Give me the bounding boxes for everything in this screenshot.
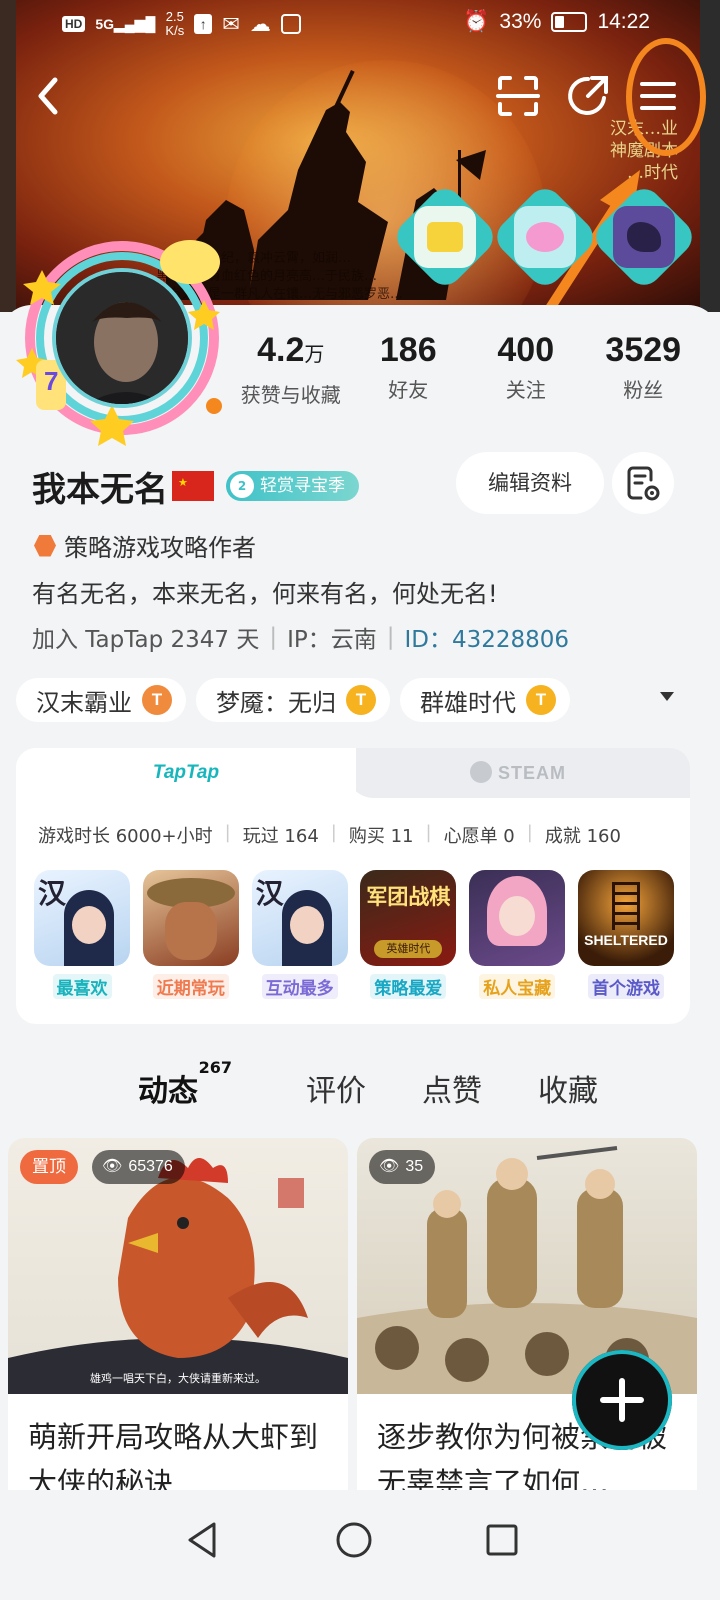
eye-icon: 👁	[102, 1158, 123, 1175]
featured-game-first[interactable]: SHELTERED 首个游戏	[577, 870, 674, 999]
featured-game-treasure[interactable]: 私人宝藏	[469, 870, 566, 999]
tab-reviews[interactable]: 评价	[306, 1066, 366, 1110]
post-thumbnail: 置顶 👁 65376 雄鸡一唱天下白，大侠请重新来过。	[8, 1138, 348, 1394]
document-settings-icon	[627, 466, 660, 501]
meta-divider: |	[386, 624, 395, 650]
alarm-icon: ⏰	[463, 10, 490, 33]
triangle-back-icon	[188, 1522, 216, 1558]
feed-card[interactable]: 置顶 👁 65376 雄鸡一唱天下白，大侠请重新来过。 萌新开局攻略从大虾到大侠的…	[8, 1138, 348, 1518]
system-nav-bar	[0, 1490, 720, 1600]
game-icon	[142, 870, 239, 966]
status-bar: HD 5G▂▄▆█ 2.5 K/s ↑ ✉ ☁ ⏰ 33% 14:22	[0, 0, 720, 48]
hd-indicator: HD	[62, 16, 86, 32]
game-chip[interactable]: 群雄时代 T	[400, 678, 570, 722]
ip-location: IP：云南	[287, 627, 377, 653]
join-days: 加入 TapTap 2347 天	[32, 627, 260, 653]
tab-posts[interactable]: 动态 267	[138, 1058, 232, 1110]
profile-settings-button[interactable]	[612, 452, 674, 514]
feed-card[interactable]: 👁 35 逐步教你为何被禁言被无辜禁言了如何…	[357, 1138, 697, 1518]
back-button[interactable]	[22, 70, 74, 122]
upload-icon: ↑	[194, 14, 213, 34]
user-name: 我本无名	[32, 469, 168, 510]
signal-icon: 5G▂▄▆█	[95, 15, 156, 32]
tab-likes[interactable]: 点赞	[422, 1066, 482, 1110]
taptap-coin-icon: T	[142, 685, 172, 715]
content-tabs: 动态 267 评价 点赞 收藏	[138, 1058, 654, 1110]
posts-count: 267	[198, 1058, 232, 1077]
played-games-row: 汉末霸业 T 梦魇：无归 T 群雄时代 T	[16, 678, 706, 724]
platform-tabs: STEAM TapTap	[16, 748, 690, 798]
game-chip[interactable]: 梦魇：无归 T	[196, 678, 390, 722]
battery-percent: 33%	[499, 10, 542, 33]
bio: 有名无名，本来无名，何来有名，何处无名!	[32, 580, 498, 608]
badge-1-core	[414, 206, 476, 268]
featured-game-interact[interactable]: 汉 互动最多	[251, 870, 348, 999]
featured-game-recent[interactable]: 近期常玩	[142, 870, 239, 999]
nav-recents-button[interactable]	[472, 1510, 532, 1570]
taptap-coin-icon: T	[346, 685, 376, 715]
tab-steam[interactable]: STEAM	[346, 748, 690, 798]
name-row: 我本无名 ★ 2 轻赏寻宝季	[32, 462, 359, 510]
game-icon	[469, 870, 566, 966]
featured-games: 汉 最喜欢 近期常玩 汉 互动最多 军团战棋 英雄时代 策略最爱 私人宝藏 SH…	[34, 870, 674, 999]
svg-text:7: 7	[44, 366, 58, 396]
scan-button[interactable]	[492, 70, 544, 122]
steam-icon	[470, 761, 492, 784]
badge-3-core	[613, 206, 675, 268]
event-tag-icon: 2	[230, 474, 254, 498]
badge-2-core	[514, 206, 576, 268]
creator-badge-icon	[34, 534, 56, 557]
tab-favorites[interactable]: 收藏	[538, 1066, 598, 1110]
pinned-badge: 置顶	[20, 1150, 78, 1184]
scan-icon	[496, 76, 540, 116]
plus-icon	[600, 1378, 644, 1422]
profile-screen: 汉末乱世之纪，袁冲云霄，如润… 黑夜，只有血红色的月亮高…于民族… ，有人说是一…	[0, 0, 720, 1600]
create-post-button[interactable]	[572, 1350, 672, 1450]
annotation-circle	[626, 38, 706, 156]
featured-game-favorite[interactable]: 汉 最喜欢	[34, 870, 130, 999]
view-count: 👁 35	[369, 1150, 436, 1184]
game-icon: 汉	[34, 870, 130, 966]
clock: 14:22	[597, 10, 650, 33]
net-speed: 2.5 K/s	[165, 9, 185, 38]
game-icon: 汉	[251, 870, 348, 966]
china-flag-icon: ★	[172, 471, 214, 501]
stat-friends[interactable]: 186 好友	[350, 330, 468, 408]
platform-stats: 游戏时长 6000+小时 | 玩过 164 | 购买 11 | 心愿单 0 | 成就 1…	[38, 822, 621, 847]
event-tag[interactable]: 2 轻赏寻宝季	[226, 471, 359, 501]
share-button[interactable]	[562, 70, 614, 122]
image-caption: 雄鸡一唱天下白，大侠请重新来过。	[90, 1372, 266, 1385]
back-arrow-icon	[38, 77, 58, 115]
square-recents-icon	[486, 1524, 518, 1556]
home-app-icon	[280, 14, 301, 34]
taptap-coin-icon: T	[526, 685, 556, 715]
wechat-icon: ✉	[222, 12, 240, 36]
stat-following[interactable]: 400 关注	[467, 330, 585, 408]
nav-home-button[interactable]	[324, 1510, 384, 1570]
eye-icon: 👁	[379, 1158, 400, 1175]
expand-dropdown-icon[interactable]	[660, 692, 674, 701]
view-count: 👁 65376	[92, 1150, 185, 1184]
edit-profile-button[interactable]: 编辑资料	[456, 452, 604, 514]
avatar-frame[interactable]: 7	[14, 230, 234, 450]
meta-divider: |	[269, 624, 278, 650]
nav-back-button[interactable]	[172, 1510, 232, 1570]
stat-likes[interactable]: 4.2万 获赞与收藏	[232, 330, 350, 408]
battery-icon	[551, 12, 588, 32]
cloud-icon: ☁	[249, 12, 271, 36]
avatar[interactable]	[52, 268, 192, 408]
circle-home-icon	[336, 1522, 372, 1558]
game-chip[interactable]: 汉末霸业 T	[16, 678, 186, 722]
profile-meta: 加入 TapTap 2347 天 | IP：云南 | ID：43228806	[32, 620, 569, 654]
stats-row: 4.2万 获赞与收藏 186 好友 400 关注 3529 粉丝	[232, 330, 702, 408]
tab-taptap[interactable]: TapTap	[16, 748, 356, 798]
creator-role: 策略游戏攻略作者	[34, 528, 256, 563]
game-icon: 军团战棋 英雄时代	[360, 870, 457, 966]
share-icon	[568, 76, 608, 115]
user-id[interactable]: ID：43228806	[405, 620, 570, 654]
stat-followers[interactable]: 3529 粉丝	[585, 330, 703, 408]
game-icon: SHELTERED	[577, 870, 674, 966]
platform-card: STEAM TapTap 游戏时长 6000+小时 | 玩过 164 | 购买 11…	[16, 748, 690, 1024]
featured-game-strategy[interactable]: 军团战棋 英雄时代 策略最爱	[360, 870, 457, 999]
